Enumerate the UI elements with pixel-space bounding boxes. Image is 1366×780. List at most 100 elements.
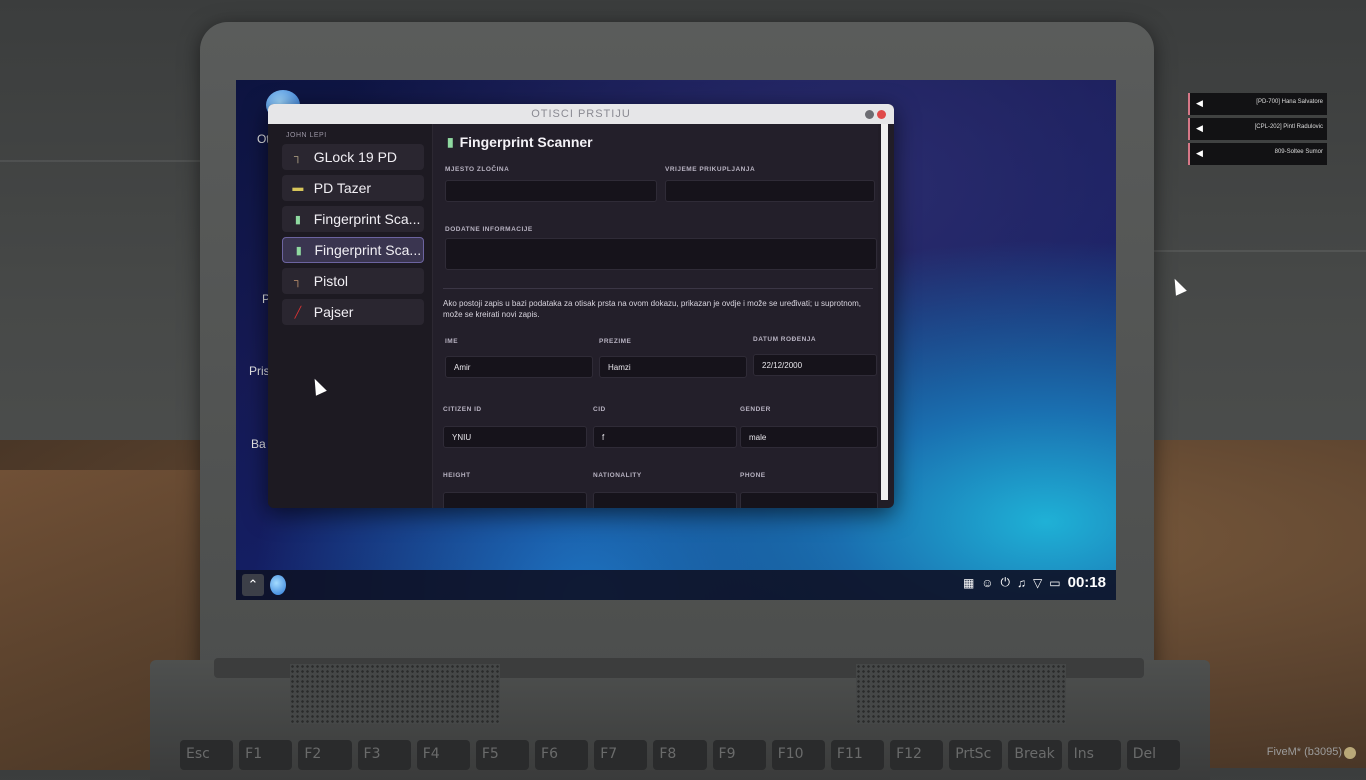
- clock: 00:18: [1067, 574, 1106, 591]
- window-titlebar[interactable]: OTISCI PRSTIJU: [268, 104, 894, 124]
- laptop-screen: Ot P Pris Ba OTISCI PRSTIJU JOHN LEPI ┐ …: [236, 80, 1116, 600]
- phone-field[interactable]: [740, 492, 878, 508]
- crowbar-icon: ╱: [294, 306, 302, 319]
- fingerprint-scanner-icon: ▮: [447, 135, 454, 149]
- key: F3: [357, 740, 411, 770]
- sidebar-item-label: GLock 19 PD: [313, 149, 398, 165]
- system-tray: ▦ ☺ ⏻ ♫ ▽ ▭ 00:18: [963, 574, 1106, 591]
- voice-list-name: [PD-700] Hana Salvatore: [1256, 99, 1323, 105]
- birth-date-field[interactable]: 22/12/2000: [753, 354, 877, 376]
- chevron-up-icon[interactable]: ⌃: [242, 574, 264, 596]
- sidebar-item-label: PD Tazer: [313, 180, 372, 196]
- speaker-icon: ◀: [1196, 98, 1203, 108]
- pistol-icon: ┐: [293, 151, 302, 163]
- key: F6: [535, 740, 589, 770]
- wifi-icon[interactable]: ▽: [1033, 576, 1042, 590]
- last-name-label: PREZIME: [599, 338, 632, 345]
- pistol-icon: ┐: [293, 275, 302, 287]
- gender-field[interactable]: male: [740, 426, 878, 448]
- collection-time-field[interactable]: [665, 180, 875, 202]
- speaker-grille-left: [290, 664, 500, 724]
- sidebar-item-fingerprint-2[interactable]: ▮ Fingerprint Sca...: [282, 237, 424, 263]
- first-name-field[interactable]: Amir: [445, 356, 593, 378]
- key: Esc: [180, 740, 234, 770]
- key: F11: [830, 740, 885, 770]
- cid-field[interactable]: f: [593, 426, 737, 448]
- record-notice: Ako postoji zapis u bazi podataka za oti…: [443, 299, 862, 319]
- evidence-detail-panel: ▮ Fingerprint Scanner MJESTO ZLOČINA VRI…: [433, 124, 878, 508]
- sidebar-item-glock[interactable]: ┐ GLock 19 PD: [282, 144, 424, 170]
- speaker-icon: ◀: [1196, 148, 1203, 158]
- sidebar-item-label: Fingerprint Sca...: [314, 242, 422, 258]
- citizen-id-label: CITIZEN ID: [443, 406, 482, 413]
- wall-line: [1140, 250, 1366, 252]
- key: F4: [416, 740, 470, 770]
- location-label: MJESTO ZLOČINA: [445, 166, 510, 173]
- apps-grid-icon[interactable]: ▦: [963, 576, 974, 590]
- location-field[interactable]: [445, 180, 657, 202]
- power-icon[interactable]: ⏻: [1001, 575, 1011, 590]
- citizen-id-field[interactable]: YNIU: [443, 426, 587, 448]
- owner-label: JOHN LEPI: [286, 132, 327, 139]
- cid-label: CID: [593, 406, 606, 413]
- scrollbar[interactable]: [881, 124, 888, 500]
- collection-time-label: VRIJEME PRIKUPLJANJA: [665, 166, 756, 173]
- keyboard-row: Esc F1 F2 F3 F4 F5 F6 F7 F8 F9 F10 F11 F…: [180, 740, 1180, 770]
- minimize-button[interactable]: [865, 110, 874, 119]
- key: F5: [475, 740, 530, 770]
- sidebar-item-label: Pistol: [313, 273, 348, 289]
- birth-date-label: DATUM ROĐENJA: [753, 336, 817, 343]
- key: F12: [890, 740, 944, 770]
- cursor-icon: [1169, 276, 1187, 296]
- nationality-label: NATIONALITY: [593, 472, 642, 479]
- key: F8: [653, 740, 707, 770]
- page-title: ▮ Fingerprint Scanner: [447, 134, 593, 150]
- speaker-grille-right: [856, 664, 1066, 724]
- height-label: HEIGHT: [443, 472, 471, 479]
- height-field[interactable]: [443, 492, 587, 508]
- volume-icon[interactable]: ♫: [1017, 576, 1026, 590]
- fivem-logo: [1344, 747, 1356, 759]
- sidebar-item-tazer[interactable]: ▬ PD Tazer: [282, 175, 424, 201]
- desktop-icon-label[interactable]: Pris: [249, 364, 270, 378]
- voice-list-item: ◀ [PD-700] Hana Salvatore: [1188, 93, 1327, 115]
- fivem-version: FiveM* (b3095): [1266, 746, 1342, 758]
- additional-info-label: DODATNE INFORMACIJE: [445, 226, 533, 233]
- window-title: OTISCI PRSTIJU: [531, 108, 631, 120]
- sidebar-item-pistol[interactable]: ┐ Pistol: [282, 268, 424, 294]
- fingerprint-taskbar-icon[interactable]: [270, 575, 286, 595]
- fingerprint-window: OTISCI PRSTIJU JOHN LEPI ┐ GLock 19 PD ▬…: [268, 104, 894, 508]
- taskbar: ⌃ ▦ ☺ ⏻ ♫ ▽ ▭ 00:18: [236, 570, 1116, 600]
- key: Break: [1008, 740, 1062, 770]
- voice-list-item: ◀ [CPL-202] Pintl Radulovic: [1188, 118, 1327, 140]
- divider: [443, 288, 873, 289]
- speaker-icon: ◀: [1196, 123, 1203, 133]
- key: F9: [712, 740, 766, 770]
- sidebar-item-pajser[interactable]: ╱ Pajser: [282, 299, 424, 325]
- key: F10: [771, 740, 825, 770]
- battery-icon[interactable]: ▭: [1049, 576, 1060, 590]
- key: F7: [594, 740, 648, 770]
- key: Ins: [1067, 740, 1121, 770]
- key: F2: [298, 740, 352, 770]
- sidebar-item-fingerprint-1[interactable]: ▮ Fingerprint Sca...: [282, 206, 424, 232]
- fingerprint-scanner-icon: ▮: [295, 244, 302, 257]
- fingerprint-scanner-icon: ▮: [294, 213, 301, 226]
- key: F1: [239, 740, 293, 770]
- voice-list-name: [CPL-202] Pintl Radulovic: [1254, 124, 1323, 130]
- taser-icon: ▬: [292, 182, 304, 194]
- close-button[interactable]: [877, 110, 886, 119]
- nationality-field[interactable]: [593, 492, 737, 508]
- last-name-field[interactable]: Hamzi: [599, 356, 747, 378]
- smiley-icon[interactable]: ☺: [981, 576, 993, 590]
- wall-line: [0, 160, 230, 162]
- evidence-sidebar: JOHN LEPI ┐ GLock 19 PD ▬ PD Tazer ▮ Fin…: [268, 124, 433, 508]
- first-name-label: IME: [445, 338, 459, 345]
- sidebar-item-label: Fingerprint Sca...: [313, 211, 421, 227]
- gender-label: GENDER: [740, 406, 771, 413]
- key: PrtSc: [949, 740, 1003, 770]
- phone-label: PHONE: [740, 472, 766, 479]
- additional-info-field[interactable]: [445, 238, 877, 270]
- desktop-icon-label[interactable]: Ba: [251, 437, 266, 451]
- sidebar-item-label: Pajser: [313, 304, 354, 320]
